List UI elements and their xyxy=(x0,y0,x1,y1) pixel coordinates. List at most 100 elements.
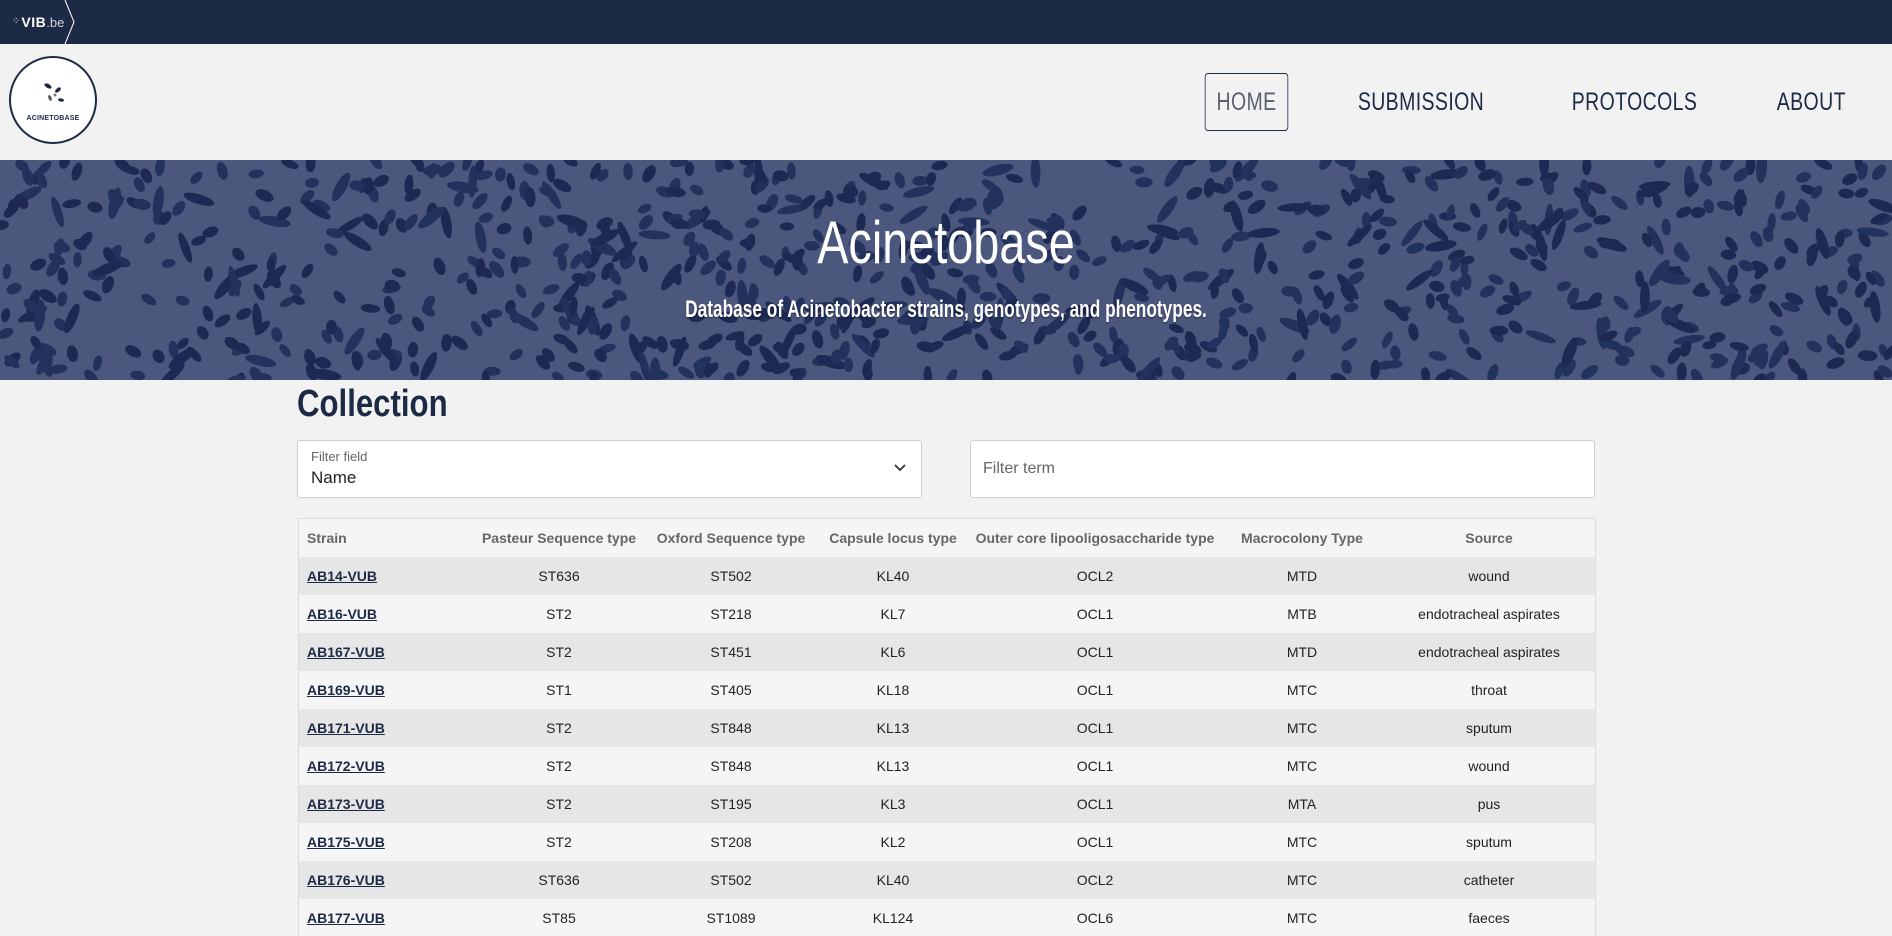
pasteur-st-cell: ST2 xyxy=(546,606,572,622)
outer-core-cell: OCL2 xyxy=(1076,568,1114,584)
strain-cell: AB169-VUB xyxy=(299,671,473,709)
nav-home[interactable]: HOME xyxy=(1205,73,1289,131)
outer-core-cell: OCL1 xyxy=(1076,796,1114,812)
filter-field-value: Name xyxy=(311,468,357,487)
capsule-locus-cell: KL40 xyxy=(876,872,910,888)
macrocolony-cell: MTC xyxy=(1286,872,1318,888)
macrocolony-cell: MTD xyxy=(1286,644,1318,660)
macrocolony-cell: MTC xyxy=(1286,834,1318,850)
table-row: AB14-VUB ST636 ST502 KL40 OCL2 MTD wound xyxy=(299,557,1595,595)
table-row: AB16-VUB ST2 ST218 KL7 OCL1 MTB endotracheal a… xyxy=(299,595,1595,633)
oxford-st-cell: ST218 xyxy=(710,606,752,622)
source-cell: endotracheal aspirates xyxy=(1418,606,1560,622)
strain-cell: AB173-VUB xyxy=(299,785,473,823)
strain-link[interactable]: AB167-VUB xyxy=(307,644,385,660)
filter-field-select[interactable]: Filter field Name xyxy=(297,440,922,498)
outer-core-cell: OCL1 xyxy=(1076,834,1114,850)
breadcrumb-chevron-icon xyxy=(64,0,75,44)
macrocolony-cell: MTC xyxy=(1286,910,1318,926)
pasteur-st-cell: ST636 xyxy=(538,872,580,888)
strain-cell: AB14-VUB xyxy=(299,557,473,595)
macrocolony-cell: MTC xyxy=(1286,758,1318,774)
nav-submission[interactable]: SUBMISSION xyxy=(1349,73,1494,131)
outer-core-cell: OCL2 xyxy=(1076,872,1114,888)
table-row: AB171-VUB ST2 ST848 KL13 OCL1 MTC sputum xyxy=(299,709,1595,747)
table-row: AB172-VUB ST2 ST848 KL13 OCL1 MTC wound xyxy=(299,747,1595,785)
strain-link[interactable]: AB172-VUB xyxy=(307,758,385,774)
capsule-locus-cell: KL40 xyxy=(876,568,910,584)
hero-subtitle: Database of Acinetobacter strains, genot… xyxy=(685,296,1207,323)
column-header-oxford-st[interactable]: Oxford Sequence type xyxy=(645,519,817,557)
strain-cell: AB16-VUB xyxy=(299,595,473,633)
table-row: AB176-VUB ST636 ST502 KL40 OCL2 MTC catheter xyxy=(299,861,1595,899)
table-header-row: Strain Pasteur Sequence type Oxford Sequ… xyxy=(299,519,1595,557)
acinetobase-logo[interactable]: ACINETOBASE xyxy=(9,56,97,144)
capsule-locus-cell: KL124 xyxy=(872,910,914,926)
table-row: AB173-VUB ST2 ST195 KL3 OCL1 MTA pus xyxy=(299,785,1595,823)
outer-core-cell: OCL1 xyxy=(1076,720,1114,736)
source-cell: sputum xyxy=(1466,720,1512,736)
pasteur-st-cell: ST2 xyxy=(546,644,572,660)
oxford-st-cell: ST848 xyxy=(710,720,752,736)
oxford-st-cell: ST451 xyxy=(710,644,752,660)
hero-banner: Acinetobase Database of Acinetobacter st… xyxy=(0,160,1892,380)
nav-protocols[interactable]: PROTOCOLS xyxy=(1563,73,1707,131)
main-nav: HOME SUBMISSION PROTOCOLS ABOUT xyxy=(1165,73,1868,131)
strain-link[interactable]: AB171-VUB xyxy=(307,720,385,736)
source-cell: pus xyxy=(1477,796,1501,812)
column-header-capsule-locus[interactable]: Capsule locus type xyxy=(817,519,969,557)
capsule-locus-cell: KL2 xyxy=(880,834,906,850)
strain-link[interactable]: AB177-VUB xyxy=(307,910,385,926)
capsule-locus-cell: KL13 xyxy=(876,758,910,774)
source-cell: wound xyxy=(1468,568,1510,584)
macrocolony-cell: MTA xyxy=(1287,796,1317,812)
column-header-macrocolony[interactable]: Macrocolony Type xyxy=(1221,519,1383,557)
site-header: ACINETOBASE HOME SUBMISSION PROTOCOLS AB… xyxy=(0,44,1892,160)
oxford-st-cell: ST208 xyxy=(710,834,752,850)
column-header-outer-core[interactable]: Outer core lipooligosaccharide type xyxy=(969,519,1221,557)
pasteur-st-cell: ST2 xyxy=(546,720,572,736)
vib-logo-domain: .be xyxy=(46,14,65,30)
source-cell: throat xyxy=(1471,682,1507,698)
chevron-down-icon xyxy=(894,464,906,472)
table-row: AB177-VUB ST85 ST1089 KL124 OCL6 MTC faeces xyxy=(299,899,1595,936)
strain-link[interactable]: AB175-VUB xyxy=(307,834,385,850)
oxford-st-cell: ST502 xyxy=(710,872,752,888)
outer-core-cell: OCL1 xyxy=(1076,758,1114,774)
capsule-locus-cell: KL7 xyxy=(880,606,906,622)
vib-logo[interactable]: ⁘ VIB .be xyxy=(12,10,64,34)
outer-core-cell: OCL6 xyxy=(1076,910,1114,926)
oxford-st-cell: ST405 xyxy=(710,682,752,698)
bacteria-logo-icon xyxy=(44,83,64,102)
vib-logo-mark: VIB xyxy=(21,14,47,30)
strain-link[interactable]: AB176-VUB xyxy=(307,872,385,888)
table-row: AB167-VUB ST2 ST451 KL6 OCL1 MTD endotracheal … xyxy=(299,633,1595,671)
vib-dots-icon: ⁘ xyxy=(12,16,21,27)
pasteur-st-cell: ST85 xyxy=(542,910,576,926)
source-cell: wound xyxy=(1468,758,1510,774)
strain-link[interactable]: AB16-VUB xyxy=(307,606,377,622)
capsule-locus-cell: KL18 xyxy=(876,682,910,698)
oxford-st-cell: ST848 xyxy=(710,758,752,774)
capsule-locus-cell: KL6 xyxy=(880,644,906,660)
filter-term-input[interactable] xyxy=(970,440,1595,498)
capsule-locus-cell: KL13 xyxy=(876,720,910,736)
source-cell: sputum xyxy=(1466,834,1512,850)
strain-link[interactable]: AB173-VUB xyxy=(307,796,385,812)
collection-table: Strain Pasteur Sequence type Oxford Sequ… xyxy=(298,518,1596,936)
column-header-pasteur-st[interactable]: Pasteur Sequence type xyxy=(473,519,645,557)
pasteur-st-cell: ST636 xyxy=(538,568,580,584)
macrocolony-cell: MTB xyxy=(1287,606,1317,622)
pasteur-st-cell: ST1 xyxy=(546,682,572,698)
nav-about[interactable]: ABOUT xyxy=(1768,73,1856,131)
strain-link[interactable]: AB169-VUB xyxy=(307,682,385,698)
pasteur-st-cell: ST2 xyxy=(546,758,572,774)
collection-heading: Collection xyxy=(297,383,448,425)
column-header-strain[interactable]: Strain xyxy=(299,519,473,557)
capsule-locus-cell: KL3 xyxy=(880,796,906,812)
strain-link[interactable]: AB14-VUB xyxy=(307,568,377,584)
table-row: AB169-VUB ST1 ST405 KL18 OCL1 MTC throat xyxy=(299,671,1595,709)
outer-core-cell: OCL1 xyxy=(1076,644,1114,660)
pasteur-st-cell: ST2 xyxy=(546,796,572,812)
column-header-source[interactable]: Source xyxy=(1383,519,1595,557)
